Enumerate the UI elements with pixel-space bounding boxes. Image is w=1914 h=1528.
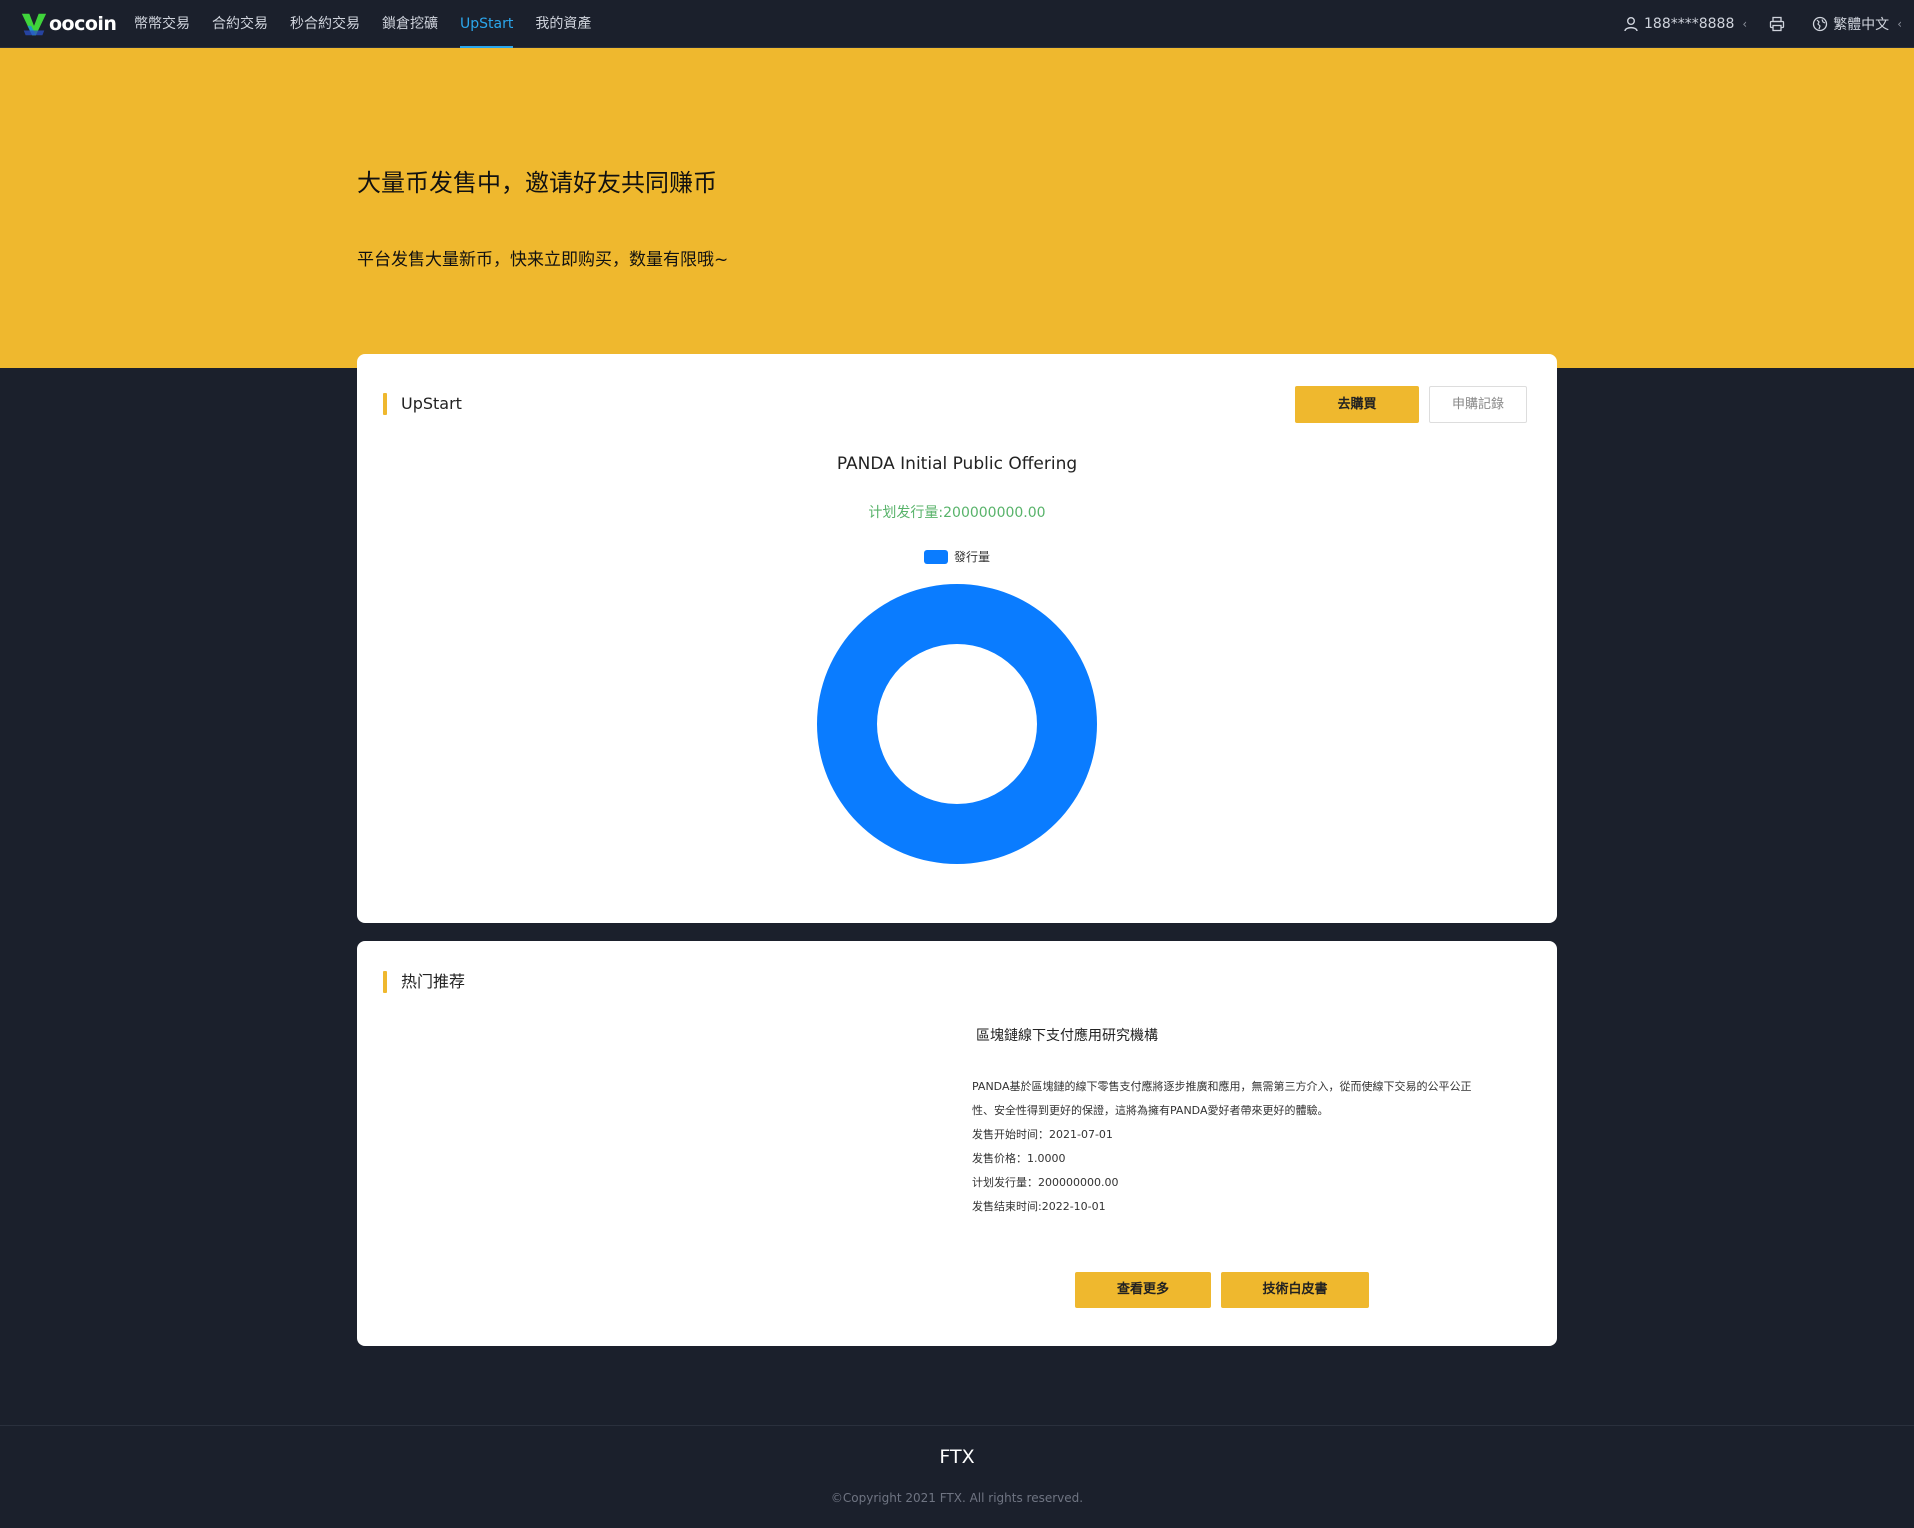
download-app-button[interactable] [1769, 16, 1790, 32]
upstart-card: UpStart 去購買 申購記錄 PANDA Initial Public Of… [357, 354, 1557, 923]
hero-banner: 大量币发售中，邀请好友共同赚币 平台发售大量新币，快来立即购买，数量有限哦~ [0, 48, 1914, 368]
legend-swatch [924, 549, 948, 564]
logo-text: oocoin [49, 13, 117, 35]
hero-subtitle: 平台发售大量新币，快来立即购买，数量有限哦~ [357, 250, 729, 270]
nav-item-lock-mining[interactable]: 鎖倉挖礦 [382, 0, 438, 48]
logo-v-icon [21, 13, 47, 36]
sale-start-time: 发售开始时间：2021-07-01 [972, 1128, 1113, 1141]
org-title: 區塊鏈線下支付應用研究機構 [976, 1028, 1158, 1044]
nav-item-contract[interactable]: 合約交易 [212, 0, 268, 48]
footer-copyright: ©Copyright 2021 FTX. All rights reserved… [830, 1491, 1084, 1505]
nav-item-spot[interactable]: 幣幣交易 [134, 0, 190, 48]
project-description: PANDA基於區塊鏈的線下零售支付應將逐步推廣和應用，無需第三方介入，從而使線下… [972, 1080, 1472, 1117]
right-nav: 188****8888 ‹ 繁體中文 ‹ [1601, 0, 1902, 48]
main-nav: 幣幣交易 合約交易 秒合約交易 鎖倉挖礦 UpStart 我的資產 [134, 0, 613, 48]
language-selector[interactable]: 繁體中文 ‹ [1812, 14, 1902, 34]
view-more-button[interactable]: 查看更多 [1075, 1272, 1211, 1308]
nav-item-assets[interactable]: 我的資產 [535, 0, 591, 48]
user-menu[interactable]: 188****8888 ‹ [1623, 16, 1747, 32]
language-label: 繁體中文 [1833, 17, 1890, 33]
footer: FTX ©Copyright 2021 FTX. All rights rese… [0, 1425, 1914, 1528]
globe-icon [1813, 16, 1828, 32]
planned-amount: 计划发行量：200000000.00 [972, 1176, 1119, 1189]
legend-label: 發行量 [954, 550, 991, 564]
top-navbar: oocoin 幣幣交易 合約交易 秒合約交易 鎖倉挖礦 UpStart 我的資產… [0, 0, 1914, 48]
buy-button[interactable]: 去購買 [1295, 386, 1419, 423]
chevron-left-icon: ‹ [1742, 17, 1748, 31]
sale-price: 发售价格：1.0000 [972, 1152, 1066, 1165]
hero-title: 大量币发售中，邀请好友共同赚币 [357, 169, 717, 197]
logo[interactable]: oocoin [20, 8, 117, 40]
chart-subtitle: 计划发行量:200000000.00 [868, 505, 1046, 521]
nav-item-upstart[interactable]: UpStart [460, 0, 514, 48]
upstart-section-title: UpStart [383, 393, 462, 415]
user-phone: 188****8888 [1644, 16, 1735, 32]
recommend-card: 热门推荐 區塊鏈線下支付應用研究機構 PANDA基於區塊鏈的線下零售支付應將逐步… [357, 941, 1557, 1346]
recommend-section-title: 热门推荐 [383, 971, 465, 993]
user-icon [1624, 17, 1638, 32]
printer-icon [1770, 16, 1785, 32]
sale-end-time: 发售结束时间:2022-10-01 [972, 1200, 1106, 1213]
project-details: PANDA基於區塊鏈的線下零售支付應將逐步推廣和應用，無需第三方介入，從而使線下… [972, 1075, 1482, 1219]
whitepaper-button[interactable]: 技術白皮書 [1221, 1272, 1369, 1308]
chart-title: PANDA Initial Public Offering [836, 454, 1078, 474]
chart-legend[interactable]: 發行量 [924, 548, 990, 565]
footer-brand: FTX [939, 1446, 975, 1468]
donut-chart [817, 584, 1097, 864]
chevron-left-icon: ‹ [1897, 17, 1902, 31]
nav-item-second-contract[interactable]: 秒合約交易 [290, 0, 360, 48]
donut-slice[interactable] [817, 584, 1097, 864]
subscription-records-button[interactable]: 申購記錄 [1429, 386, 1527, 423]
